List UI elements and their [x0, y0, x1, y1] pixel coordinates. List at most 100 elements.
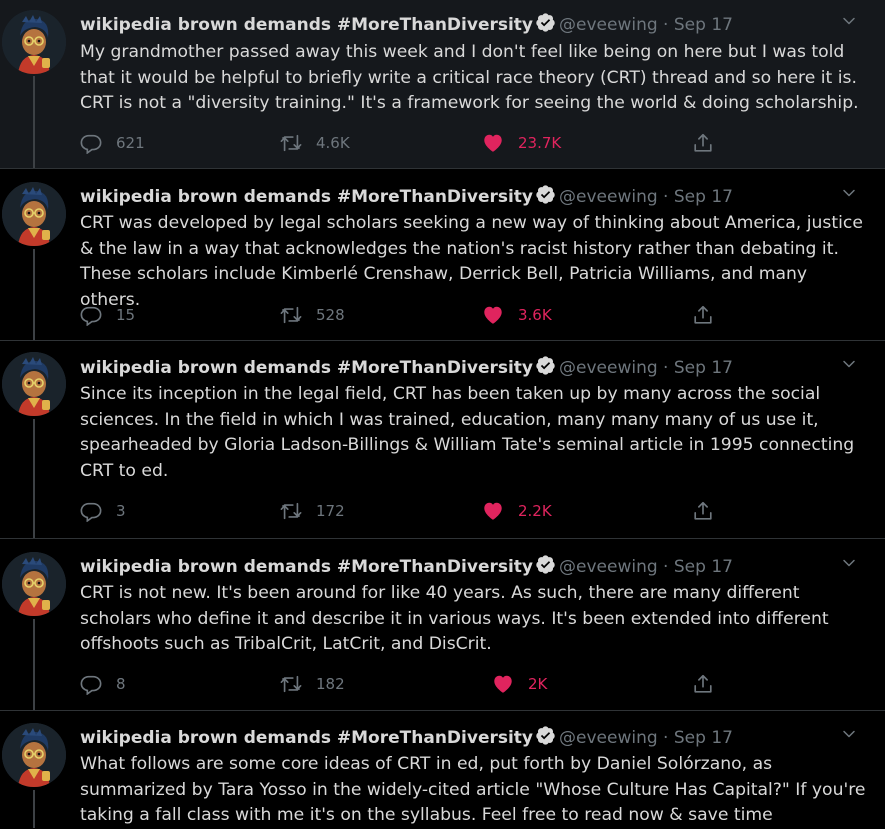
more-options-chevron-down-icon[interactable]: [839, 553, 859, 577]
retweet-button[interactable]: 172: [280, 500, 345, 522]
reply-button[interactable]: 3: [80, 500, 126, 522]
reply-icon: [80, 673, 102, 695]
avatar[interactable]: [2, 552, 66, 616]
author-name[interactable]: wikipedia brown demands #MoreThanDiversi…: [80, 15, 533, 35]
thread-line: [33, 249, 35, 340]
tweet-text: Since its inception in the legal field, …: [80, 384, 855, 481]
retweet-button[interactable]: 528: [280, 304, 345, 326]
tweet-header: wikipedia brown demands #MoreThanDiversi…: [80, 554, 733, 580]
share-button[interactable]: [692, 132, 714, 154]
reply-button[interactable]: 15: [80, 304, 135, 326]
tweet-actions: 8 182 2K: [80, 673, 740, 697]
author-handle[interactable]: @eveewing: [559, 15, 658, 35]
tweet-header: wikipedia brown demands #MoreThanDiversi…: [80, 725, 733, 751]
like-count: 23.7K: [518, 134, 562, 152]
verified-badge-icon: [535, 725, 556, 751]
verified-badge-icon: [535, 554, 556, 580]
thread-line: [33, 790, 35, 828]
tweet-date[interactable]: Sep 17: [674, 15, 733, 35]
reply-icon: [80, 132, 102, 154]
like-button[interactable]: 2.2K: [482, 500, 552, 522]
separator-dot: ·: [657, 187, 674, 207]
more-options-chevron-down-icon[interactable]: [839, 11, 859, 35]
tweet-date[interactable]: Sep 17: [674, 557, 733, 577]
like-button[interactable]: 23.7K: [482, 132, 561, 154]
retweet-icon: [280, 673, 302, 695]
verified-badge-icon: [535, 355, 556, 381]
author-name[interactable]: wikipedia brown demands #MoreThanDiversi…: [80, 187, 533, 207]
author-handle[interactable]: @eveewing: [559, 557, 658, 577]
retweet-count: 4.6K: [316, 134, 350, 152]
tweet[interactable]: wikipedia brown demands #MoreThanDiversi…: [0, 711, 885, 828]
author-handle[interactable]: @eveewing: [559, 187, 658, 207]
separator-dot: ·: [657, 557, 674, 577]
tweet-date[interactable]: Sep 17: [674, 358, 733, 378]
share-icon: [692, 304, 714, 326]
reply-button[interactable]: 621: [80, 132, 145, 154]
author-handle[interactable]: @eveewing: [559, 728, 658, 748]
avatar[interactable]: [2, 10, 66, 74]
heart-icon: [482, 132, 504, 154]
like-button[interactable]: 2K: [492, 673, 547, 695]
more-options-chevron-down-icon[interactable]: [839, 183, 859, 207]
tweet-text: What follows are some core ideas of CRT …: [80, 754, 866, 826]
tweet-actions: 621 4.6K 23.7K: [80, 132, 740, 156]
tweet-actions: 3 172 2.2K: [80, 500, 740, 524]
reply-count: 3: [116, 502, 126, 520]
tweet-text: My grandmother passed away this week and…: [80, 42, 859, 114]
share-icon: [692, 673, 714, 695]
retweet-icon: [280, 132, 302, 154]
separator-dot: ·: [657, 15, 674, 35]
heart-icon: [482, 500, 504, 522]
retweet-count: 528: [316, 306, 345, 324]
like-count: 3.6K: [518, 306, 552, 324]
more-options-chevron-down-icon[interactable]: [839, 354, 859, 378]
share-icon: [692, 132, 714, 154]
avatar[interactable]: [2, 723, 66, 787]
retweet-count: 172: [316, 502, 345, 520]
share-button[interactable]: [692, 500, 714, 522]
separator-dot: ·: [657, 728, 674, 748]
tweet-actions: 15 528 3.6K: [80, 304, 740, 328]
more-options-chevron-down-icon[interactable]: [839, 724, 859, 748]
heart-icon: [492, 673, 514, 695]
tweet-text: CRT is not new. It's been around for lik…: [80, 583, 829, 655]
tweet[interactable]: wikipedia brown demands #MoreThanDiversi…: [0, 169, 885, 340]
verified-badge-icon: [535, 12, 556, 38]
like-count: 2.2K: [518, 502, 552, 520]
author-name[interactable]: wikipedia brown demands #MoreThanDiversi…: [80, 358, 533, 378]
share-button[interactable]: [692, 673, 714, 695]
tweet-text: CRT was developed by legal scholars seek…: [80, 213, 863, 310]
verified-badge-icon: [535, 184, 556, 210]
author-handle[interactable]: @eveewing: [559, 358, 658, 378]
author-name[interactable]: wikipedia brown demands #MoreThanDiversi…: [80, 728, 533, 748]
share-button[interactable]: [692, 304, 714, 326]
reply-count: 8: [116, 675, 126, 693]
avatar[interactable]: [2, 352, 66, 416]
tweet-header: wikipedia brown demands #MoreThanDiversi…: [80, 184, 733, 210]
retweet-button[interactable]: 4.6K: [280, 132, 350, 154]
retweet-count: 182: [316, 675, 345, 693]
share-icon: [692, 500, 714, 522]
reply-icon: [80, 304, 102, 326]
tweet-header: wikipedia brown demands #MoreThanDiversi…: [80, 355, 733, 381]
reply-count: 15: [116, 306, 136, 324]
tweet-header: wikipedia brown demands #MoreThanDiversi…: [80, 12, 733, 38]
reply-icon: [80, 500, 102, 522]
tweet[interactable]: wikipedia brown demands #MoreThanDiversi…: [0, 0, 885, 168]
thread-line: [33, 419, 35, 538]
retweet-button[interactable]: 182: [280, 673, 345, 695]
thread-line: [33, 619, 35, 710]
author-name[interactable]: wikipedia brown demands #MoreThanDiversi…: [80, 557, 533, 577]
like-count: 2K: [528, 675, 548, 693]
thread-line: [33, 76, 35, 168]
tweet[interactable]: wikipedia brown demands #MoreThanDiversi…: [0, 341, 885, 538]
like-button[interactable]: 3.6K: [482, 304, 552, 326]
tweet-date[interactable]: Sep 17: [674, 728, 733, 748]
tweet-date[interactable]: Sep 17: [674, 187, 733, 207]
tweet[interactable]: wikipedia brown demands #MoreThanDiversi…: [0, 539, 885, 710]
retweet-icon: [280, 500, 302, 522]
separator-dot: ·: [657, 358, 674, 378]
reply-button[interactable]: 8: [80, 673, 126, 695]
avatar[interactable]: [2, 182, 66, 246]
